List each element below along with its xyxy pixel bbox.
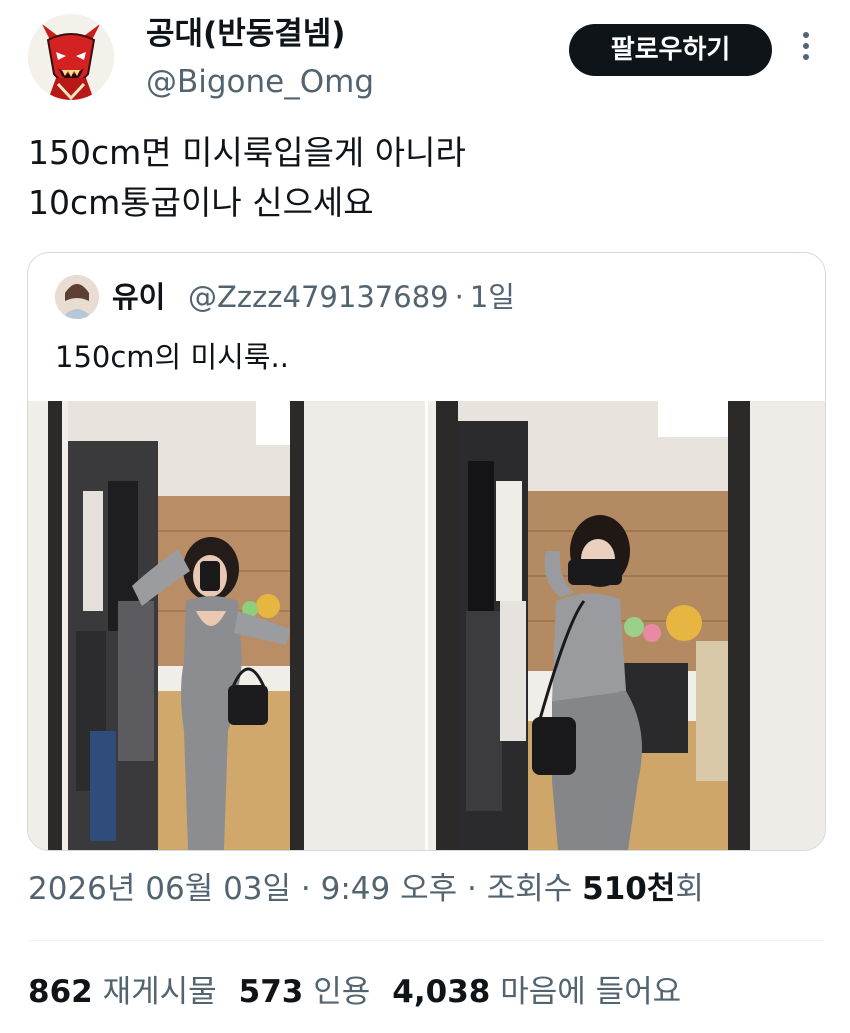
quotes-count: 573 <box>238 974 304 1010</box>
quote-author-handle[interactable]: @Zzzz479137689 <box>188 280 449 314</box>
tweet-text-line: 150cm면 미시룩입을게 아니라 <box>28 133 466 172</box>
quote-age: 1일 <box>469 280 515 314</box>
mirror-selfie-back-photo[interactable] <box>428 401 825 850</box>
tweet-text-line: 10cm통굽이나 신으세요 <box>28 183 374 222</box>
quote-text: 150cm의 미시룩.. <box>55 340 289 374</box>
quote-media[interactable] <box>28 401 825 850</box>
tweet-text: 150cm면 미시룩입을게 아니라 10cm통굽이나 신으세요 <box>28 128 808 228</box>
views-count: 510천 <box>582 871 676 907</box>
likes-stat[interactable]: 4,038 마음에 들어요 <box>392 974 681 1010</box>
tweet-date[interactable]: 2026년 06월 03일 <box>28 871 291 907</box>
quote-author-meta: @Zzzz479137689 · 1일 <box>188 279 515 315</box>
reposts-stat[interactable]: 862 재게시물 <box>28 974 217 1010</box>
quotes-label: 인용 <box>313 974 371 1010</box>
reposts-label: 재게시물 <box>102 974 217 1010</box>
tweet-header: 공대(반동결넴) @Bigone_Omg 팔로우하기 <box>0 0 850 110</box>
likes-label: 마음에 들어요 <box>500 974 682 1010</box>
views-suffix: 회 <box>675 871 704 907</box>
meta-separator: · <box>467 871 477 907</box>
reposts-count: 862 <box>28 974 93 1010</box>
meta-separator: · <box>300 871 311 907</box>
engagement-stats: 862 재게시물 573 인용 4,038 마음에 들어요 <box>28 971 681 1013</box>
mirror-selfie-front-photo[interactable] <box>28 401 425 850</box>
quotes-stat[interactable]: 573 인용 <box>239 974 371 1010</box>
likes-count: 4,038 <box>392 974 491 1010</box>
follow-button[interactable]: 팔로우하기 <box>569 24 772 76</box>
author-display-name[interactable]: 공대(반동결넴) <box>146 14 345 54</box>
quote-author-name[interactable]: 유이 <box>112 279 165 315</box>
tweet-time[interactable]: 9:49 오후 <box>321 871 458 907</box>
red-demon-avatar-icon[interactable] <box>28 14 114 100</box>
quoted-tweet-card[interactable]: 유이 @Zzzz479137689 · 1일 150cm의 미시룩.. <box>27 252 826 851</box>
tweet-timestamp-line: 2026년 06월 03일 · 9:49 오후 · 조회수 510천회 <box>28 868 704 910</box>
divider <box>28 940 824 941</box>
views-label: 조회수 <box>486 871 573 907</box>
author-handle[interactable]: @Bigone_Omg <box>146 62 374 102</box>
more-vertical-icon[interactable] <box>798 32 814 68</box>
meta-separator: · <box>454 280 464 314</box>
quote-author-avatar[interactable] <box>55 275 99 319</box>
